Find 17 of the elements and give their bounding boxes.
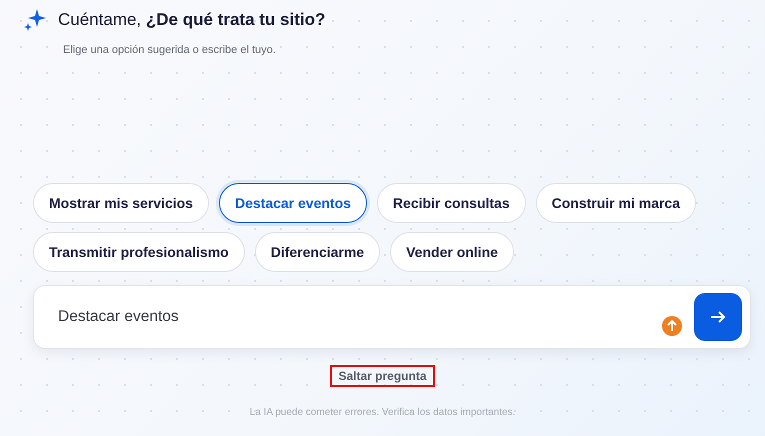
input-field[interactable]: Destacar eventos	[56, 307, 662, 327]
option-chip[interactable]: Transmitir profesionalismo	[33, 232, 245, 272]
arrow-right-icon	[710, 310, 726, 324]
page-title: Cuéntame, ¿De qué trata tu sitio?	[58, 10, 326, 30]
option-chip[interactable]: Diferenciarme	[254, 232, 380, 272]
send-button[interactable]	[694, 293, 742, 341]
sparkle-icon	[24, 8, 46, 32]
option-chip[interactable]: Construir mi marca	[536, 183, 696, 223]
skip-link[interactable]: Saltar pregunta	[330, 365, 435, 387]
option-chip[interactable]: Recibir consultas	[376, 183, 526, 223]
disclaimer-text: La IA puede cometer errores. Verifica los datos importantes.	[250, 407, 516, 418]
option-chip[interactable]: Mostrar mis servicios	[33, 183, 209, 223]
upload-icon[interactable]	[662, 316, 682, 336]
option-chip[interactable]: Destacar eventos	[218, 183, 367, 223]
option-chip[interactable]: Vender online	[390, 232, 514, 272]
input-card[interactable]: Destacar eventos	[33, 285, 751, 349]
page-subtitle: Elige una opción sugerida o escribe el tuyo.	[63, 44, 277, 56]
